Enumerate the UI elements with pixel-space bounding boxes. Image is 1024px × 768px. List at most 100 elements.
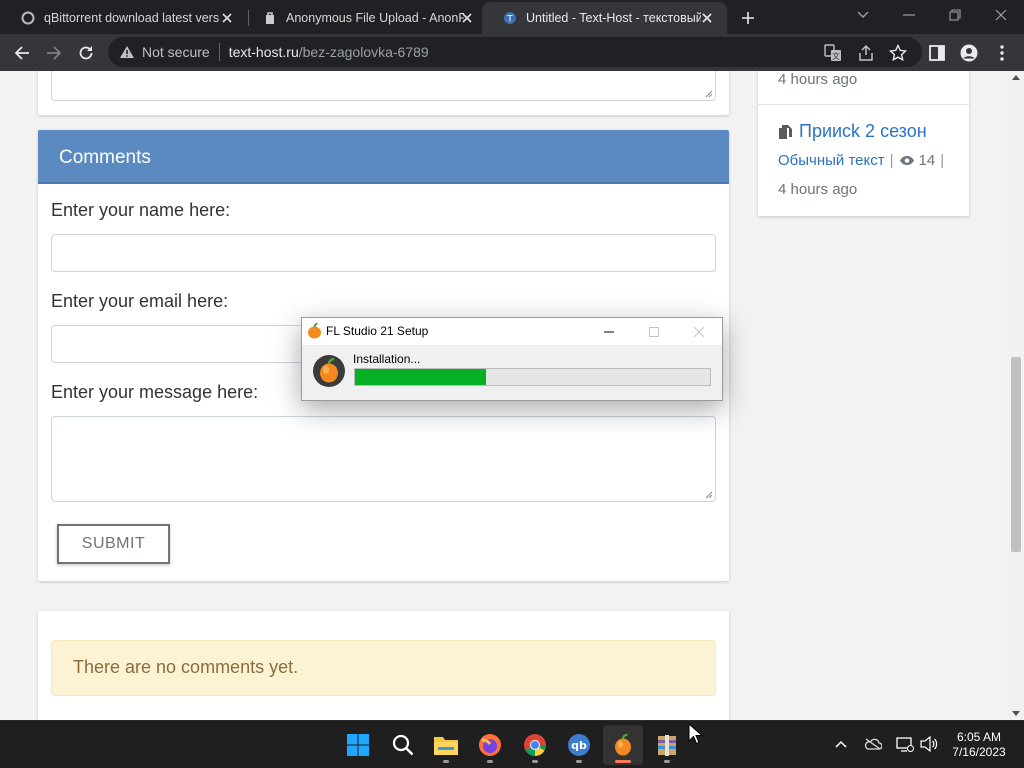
svg-text:qb: qb <box>571 739 587 752</box>
resize-grip-icon[interactable] <box>704 89 713 98</box>
chrome-icon <box>524 734 546 756</box>
name-input[interactable] <box>51 234 716 272</box>
url-path[interactable]: /bez-zagolovka-6789 <box>299 44 429 60</box>
post-textarea[interactable] <box>51 71 716 101</box>
close-tab-icon[interactable] <box>697 8 717 28</box>
tab-title: qBittorrent download latest versi <box>44 11 220 25</box>
installation-status: Installation... <box>353 352 421 366</box>
network-icon <box>896 737 914 752</box>
installation-progress-bar <box>354 368 711 386</box>
eye-icon <box>899 156 914 165</box>
share-icon[interactable] <box>853 40 879 66</box>
tab-search-button[interactable] <box>840 0 886 30</box>
running-indicator <box>487 760 493 763</box>
dialog-minimize-button[interactable] <box>586 318 631 345</box>
volume-icon <box>920 736 938 752</box>
running-indicator <box>532 760 538 763</box>
recent-item-category[interactable]: Обычный текст <box>778 152 885 169</box>
scroll-down-icon[interactable] <box>1012 711 1020 716</box>
onedrive-offline-icon <box>864 738 882 750</box>
address-bar[interactable]: Not secure text-host.ru/bez-zagolovka-67… <box>108 37 922 67</box>
tab-title: Untitled - Text-Host - текстовый <box>526 11 701 25</box>
qbittorrent-favicon-icon <box>20 10 36 26</box>
sidebar-recent-card: 4 hours ago Приисk 2 сезон Обычный текст… <box>758 71 969 216</box>
volume-tray-button[interactable] <box>918 733 940 755</box>
message-textarea[interactable] <box>51 416 716 502</box>
network-tray-button[interactable] <box>894 733 916 755</box>
warning-icon[interactable] <box>118 45 136 59</box>
windows-start-icon <box>347 734 369 756</box>
anonfiles-favicon-icon <box>262 10 278 26</box>
profile-icon[interactable] <box>956 40 982 66</box>
back-button[interactable] <box>8 39 36 67</box>
chevron-up-icon <box>835 740 847 748</box>
windows-start-button[interactable] <box>338 725 378 765</box>
page-scrollbar[interactable] <box>1008 71 1024 720</box>
text-host-favicon-icon: T <box>502 10 518 26</box>
taskbar-chrome[interactable] <box>515 725 555 765</box>
tab-title: Anonymous File Upload - AnonF <box>286 11 464 25</box>
recent-item-title[interactable]: Приисk 2 сезон <box>799 121 927 142</box>
omnibox-divider <box>218 43 220 61</box>
show-hidden-icons-button[interactable] <box>830 733 852 755</box>
comments-list-card: There are no comments yet. <box>38 611 729 720</box>
close-tab-icon[interactable] <box>217 8 237 28</box>
file-explorer-icon <box>434 737 458 755</box>
firefox-icon <box>479 734 501 756</box>
dialog-title: FL Studio 21 Setup <box>326 324 429 338</box>
taskbar-clock[interactable]: 6:05 AM 7/16/2023 <box>944 730 1014 760</box>
security-status[interactable]: Not secure <box>142 44 210 60</box>
tab-text-host[interactable]: T Untitled - Text-Host - текстовый <box>482 2 727 34</box>
post-form-card <box>38 71 729 115</box>
search-icon <box>392 734 414 756</box>
recent-item-link[interactable]: Приисk 2 сезон <box>778 121 927 142</box>
taskbar-qbittorrent[interactable]: qb <box>559 725 599 765</box>
resize-grip-icon[interactable] <box>704 490 713 499</box>
taskbar-winrar[interactable] <box>647 725 687 765</box>
translate-icon[interactable]: 文 <box>820 40 846 66</box>
comments-header: Comments <box>38 130 729 184</box>
browser-menu-icon[interactable] <box>989 40 1015 66</box>
taskbar-search-button[interactable] <box>383 725 423 765</box>
meta-separator: | <box>889 152 894 169</box>
tab-qbittorrent[interactable]: qBittorrent download latest versi <box>0 2 247 34</box>
dialog-close-button <box>676 318 721 345</box>
restore-window-button[interactable] <box>932 0 978 30</box>
name-label: Enter your name here: <box>51 200 231 220</box>
email-label: Enter your email here: <box>51 291 229 311</box>
side-panel-icon[interactable] <box>924 40 950 66</box>
recent-item-views: 14 <box>918 152 936 169</box>
scrollbar-thumb[interactable] <box>1011 357 1021 552</box>
browser-tab-bar: qBittorrent download latest versi Anonym… <box>0 0 1024 34</box>
dialog-titlebar[interactable]: FL Studio 21 Setup <box>302 318 722 345</box>
taskbar-file-explorer[interactable] <box>426 725 466 765</box>
no-comments-alert: There are no comments yet. <box>51 640 716 696</box>
fl-studio-setup-dialog: FL Studio 21 Setup Installation... <box>301 317 723 401</box>
minimize-window-button[interactable] <box>886 0 932 30</box>
new-tab-button[interactable] <box>736 6 760 30</box>
close-window-button[interactable] <box>978 0 1024 30</box>
clock-time: 6:05 AM <box>956 730 1002 744</box>
running-indicator <box>576 760 582 763</box>
fl-studio-small-icon <box>308 323 321 339</box>
close-tab-icon[interactable] <box>457 8 477 28</box>
running-indicator <box>664 760 670 763</box>
taskbar-firefox[interactable] <box>470 725 510 765</box>
fl-studio-logo-icon <box>313 355 345 387</box>
running-indicator <box>443 760 449 763</box>
meta-separator: | <box>940 152 945 169</box>
browser-toolbar: Not secure text-host.ru/bez-zagolovka-67… <box>0 34 1024 71</box>
bookmark-star-icon[interactable] <box>885 40 911 66</box>
reload-button[interactable] <box>72 39 100 67</box>
url-host[interactable]: text-host.ru <box>229 44 299 60</box>
winrar-icon <box>658 735 676 756</box>
qbittorrent-icon: qb <box>568 734 590 756</box>
onedrive-tray-button[interactable] <box>862 733 884 755</box>
submit-button[interactable]: SUBMIT <box>57 524 170 564</box>
forward-button[interactable] <box>40 39 68 67</box>
taskbar-fl-studio[interactable] <box>603 725 643 765</box>
scroll-up-icon[interactable] <box>1012 75 1020 80</box>
tab-anonfiles[interactable]: Anonymous File Upload - AnonF <box>242 2 487 34</box>
recent-item-time: 4 hours ago <box>778 181 858 198</box>
dialog-maximize-button <box>631 318 676 345</box>
